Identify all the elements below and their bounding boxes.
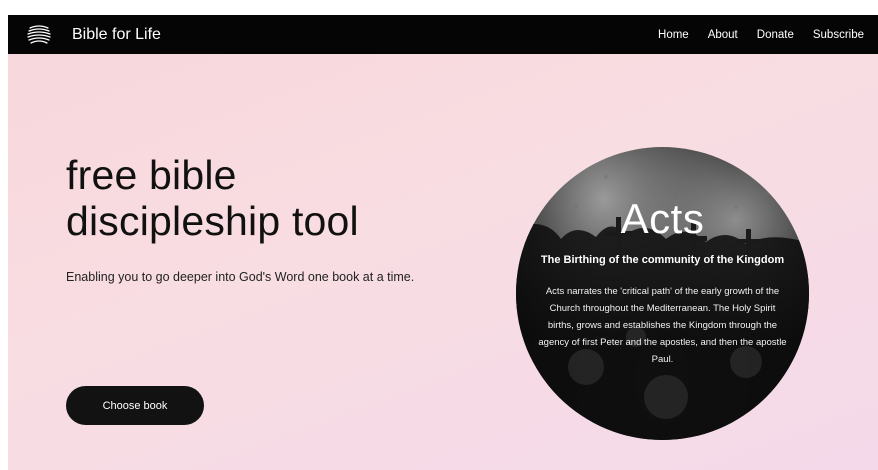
page-frame: Bible for Life Home About Donate Subscri…	[8, 15, 878, 470]
hero-title-line-2: discipleship tool	[66, 198, 359, 244]
book-subtitle: The Birthing of the community of the Kin…	[540, 254, 785, 266]
nav-link-home[interactable]: Home	[658, 29, 689, 41]
nav-link-subscribe[interactable]: Subscribe	[813, 29, 864, 41]
hero-title-line-1: free bible	[66, 152, 237, 198]
hero-title: free bible discipleship tool	[66, 152, 486, 244]
hero-subtitle: Enabling you to go deeper into God's Wor…	[66, 270, 415, 284]
book-description: Acts narrates the 'critical path' of the…	[538, 286, 787, 365]
nav-links: Home About Donate Subscribe	[639, 15, 864, 54]
navbar: Bible for Life Home About Donate Subscri…	[8, 15, 878, 54]
book-card[interactable]: Acts The Birthing of the community of th…	[516, 147, 809, 440]
brand-name[interactable]: Bible for Life	[72, 15, 161, 54]
nav-link-about[interactable]: About	[708, 29, 738, 41]
wave-stack-icon[interactable]	[26, 22, 52, 48]
nav-link-donate[interactable]: Donate	[757, 29, 794, 41]
book-title: Acts	[620, 195, 705, 242]
choose-book-button[interactable]: Choose book	[66, 386, 204, 425]
